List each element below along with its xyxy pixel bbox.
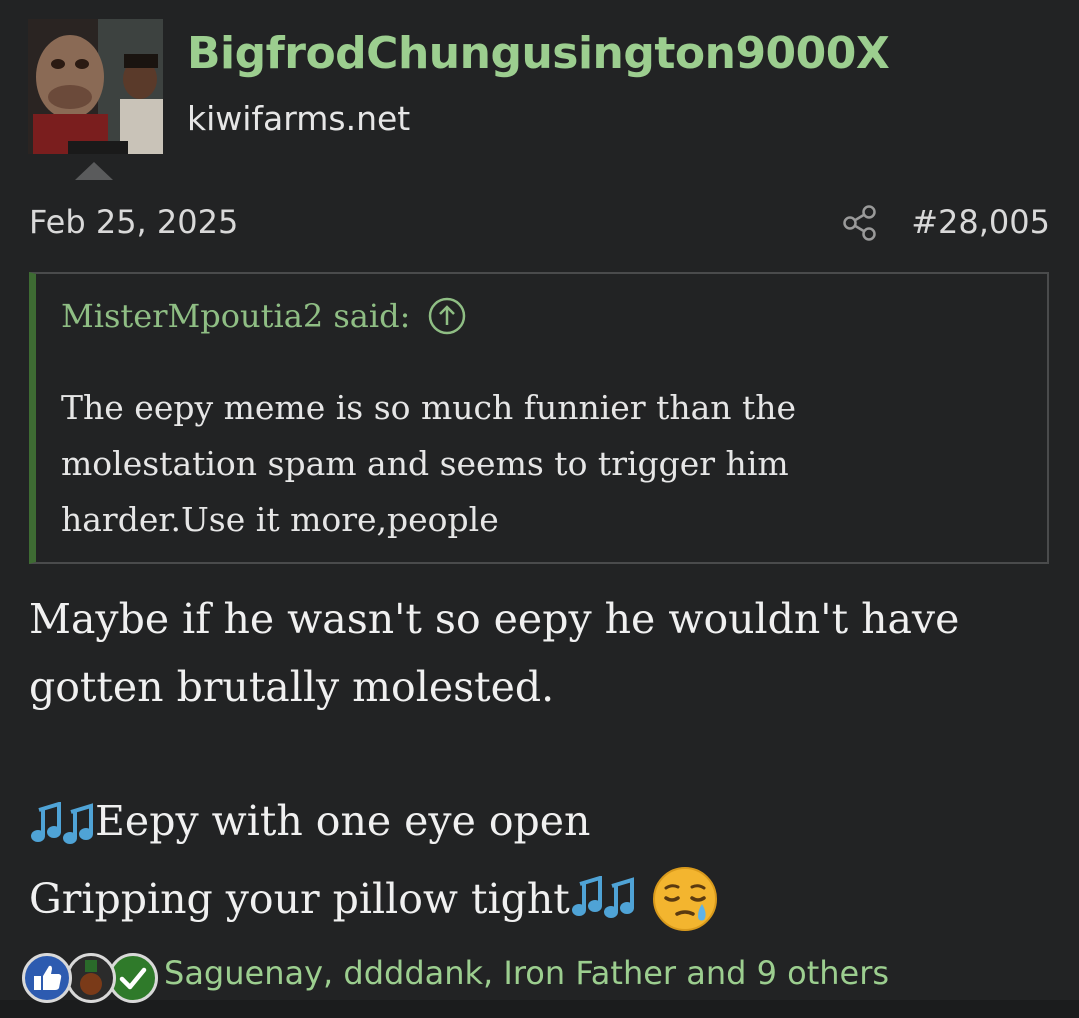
avatar-image (28, 19, 163, 154)
post-text-line: Maybe if he wasn't so eepy he wouldn't h… (29, 595, 960, 643)
username[interactable]: BigfrodChungusington9000X (187, 28, 890, 79)
arrow-up-circle-icon[interactable] (428, 297, 466, 335)
quote-line: The eepy meme is so much funnier than th… (61, 388, 797, 427)
quote-body: The eepy meme is so much funnier than th… (61, 380, 1011, 548)
quote-author-label[interactable]: MisterMpoutia2 said: (61, 297, 410, 335)
post-date[interactable]: Feb 25, 2025 (29, 203, 238, 241)
medal-icon[interactable] (66, 953, 116, 1003)
post-body: Maybe if he wasn't so eepy he wouldn't h… (29, 585, 1049, 931)
post-text-line: gotten brutally molested. (29, 663, 555, 711)
quote-line: molestation spam and seems to trigger hi… (61, 444, 789, 483)
lyric-line: Eepy with one eye open (29, 787, 590, 855)
quote-header[interactable]: MisterMpoutia2 said: (61, 297, 466, 335)
sleepy-face-icon (652, 867, 717, 931)
post-number-link[interactable]: #28,005 (911, 203, 1050, 241)
reactions-bar[interactable]: Saguenay, ddddank, Iron Father and 9 oth… (22, 948, 1062, 1004)
quote-line: harder.Use it more,people (61, 500, 499, 539)
user-title: kiwifarms.net (187, 99, 411, 138)
lyric-text: Gripping your pillow tight (29, 875, 570, 923)
music-notes-icon (571, 876, 634, 918)
avatar-pointer (75, 162, 113, 180)
lyric-text: Eepy with one eye open (95, 797, 591, 845)
quote-block: MisterMpoutia2 said: The eepy meme is so… (29, 272, 1049, 564)
lyric-line: Gripping your pillow tight (29, 865, 718, 933)
avatar[interactable] (28, 19, 163, 154)
reaction-users-link[interactable]: Saguenay, ddddank, Iron Father and 9 oth… (164, 954, 889, 992)
share-icon[interactable] (842, 204, 878, 242)
music-notes-icon (31, 801, 93, 844)
thumbs-up-icon[interactable] (22, 953, 72, 1003)
